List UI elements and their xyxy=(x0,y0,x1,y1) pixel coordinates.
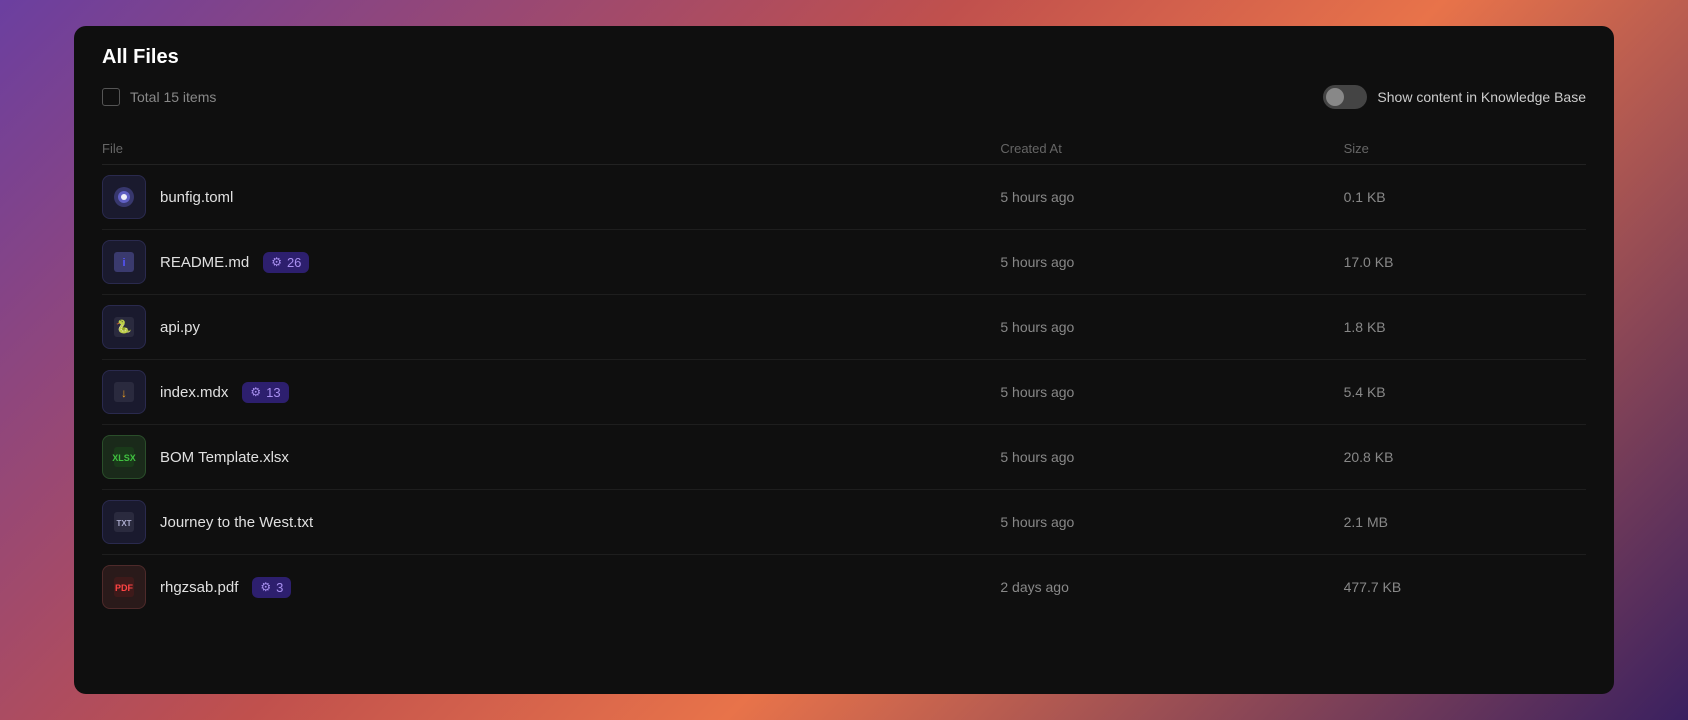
knowledge-base-toggle[interactable] xyxy=(1323,85,1367,109)
toggle-label: Show content in Knowledge Base xyxy=(1377,89,1586,105)
file-size: 2.1 MB xyxy=(1344,490,1586,555)
badge-icon: ⚙ xyxy=(271,255,282,269)
svg-text:🐍: 🐍 xyxy=(116,319,132,334)
svg-text:XLSX: XLSX xyxy=(112,453,136,463)
file-badge: ⚙ 13 xyxy=(242,382,288,403)
file-name: BOM Template.xlsx xyxy=(160,449,289,466)
badge-count: 26 xyxy=(287,255,301,270)
table-row[interactable]: TXT Journey to the West.txt 5 hours ago2… xyxy=(102,490,1586,555)
table-header-row: File Created At Size xyxy=(102,133,1586,165)
file-name: index.mdx xyxy=(160,384,228,401)
svg-text:TXT: TXT xyxy=(116,519,131,528)
main-window: All Files Total 15 items Show content in… xyxy=(74,26,1614,694)
col-header-size: Size xyxy=(1344,133,1586,165)
file-badge: ⚙ 26 xyxy=(263,252,309,273)
file-created-at: 5 hours ago xyxy=(990,295,1343,360)
file-name: bunfig.toml xyxy=(160,189,233,206)
badge-icon: ⚙ xyxy=(250,385,261,399)
badge-icon: ⚙ xyxy=(260,580,271,594)
svg-text:PDF: PDF xyxy=(115,583,134,593)
file-icon-py: 🐍 xyxy=(102,305,146,349)
total-items-label: Total 15 items xyxy=(130,89,216,105)
file-created-at: 5 hours ago xyxy=(990,425,1343,490)
file-size: 20.8 KB xyxy=(1344,425,1586,490)
svg-text:i: i xyxy=(122,257,125,269)
file-created-at: 5 hours ago xyxy=(990,490,1343,555)
file-created-at: 5 hours ago xyxy=(990,230,1343,295)
svg-text:↓: ↓ xyxy=(121,386,127,400)
file-icon-md: i xyxy=(102,240,146,284)
file-size: 1.8 KB xyxy=(1344,295,1586,360)
file-size: 5.4 KB xyxy=(1344,360,1586,425)
file-name: rhgzsab.pdf xyxy=(160,579,238,596)
file-name: api.py xyxy=(160,319,200,336)
file-created-at: 5 hours ago xyxy=(990,165,1343,230)
badge-count: 13 xyxy=(266,385,280,400)
table-row[interactable]: bunfig.toml 5 hours ago0.1 KB xyxy=(102,165,1586,230)
file-icon-xlsx: XLSX xyxy=(102,435,146,479)
col-header-created: Created At xyxy=(990,133,1343,165)
page-title: All Files xyxy=(102,46,1586,69)
header: All Files Total 15 items Show content in… xyxy=(74,26,1614,133)
file-size: 17.0 KB xyxy=(1344,230,1586,295)
table-row[interactable]: 🐍 api.py 5 hours ago1.8 KB xyxy=(102,295,1586,360)
file-created-at: 2 days ago xyxy=(990,555,1343,620)
file-badge: ⚙3 xyxy=(252,577,291,598)
file-name: README.md xyxy=(160,254,249,271)
col-header-file: File xyxy=(102,133,990,165)
toolbar: Total 15 items Show content in Knowledge… xyxy=(102,85,1586,119)
table-row[interactable]: PDF rhgzsab.pdf ⚙3 2 days ago477.7 KB xyxy=(102,555,1586,620)
file-icon-txt: TXT xyxy=(102,500,146,544)
total-items-area: Total 15 items xyxy=(102,88,216,106)
table-row[interactable]: i README.md ⚙ 26 5 hours ago17.0 KB xyxy=(102,230,1586,295)
file-icon-toml xyxy=(102,175,146,219)
file-created-at: 5 hours ago xyxy=(990,360,1343,425)
badge-count: 3 xyxy=(276,580,283,595)
files-table: File Created At Size bunfig.toml 5 hours… xyxy=(102,133,1586,619)
toggle-area: Show content in Knowledge Base xyxy=(1323,85,1586,109)
select-all-checkbox[interactable] xyxy=(102,88,120,106)
table-row[interactable]: XLSX BOM Template.xlsx 5 hours ago20.8 K… xyxy=(102,425,1586,490)
file-size: 477.7 KB xyxy=(1344,555,1586,620)
file-size: 0.1 KB xyxy=(1344,165,1586,230)
file-icon-pdf: PDF xyxy=(102,565,146,609)
table-row[interactable]: ↓ index.mdx ⚙ 13 5 hours ago5.4 KB xyxy=(102,360,1586,425)
file-name: Journey to the West.txt xyxy=(160,514,313,531)
table-container: File Created At Size bunfig.toml 5 hours… xyxy=(74,133,1614,694)
file-icon-mdx: ↓ xyxy=(102,370,146,414)
